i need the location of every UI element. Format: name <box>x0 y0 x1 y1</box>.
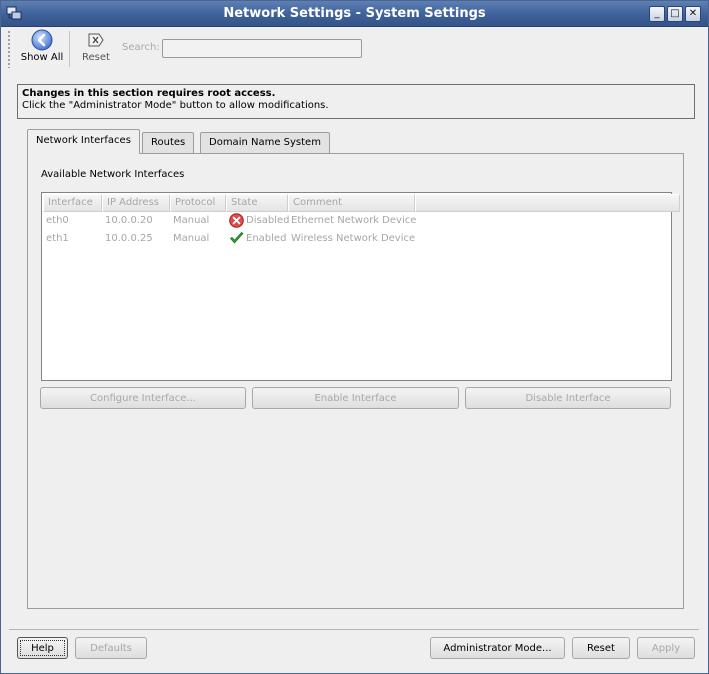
show-all-label: Show All <box>20 52 64 63</box>
cell-ip-address: 10.0.0.20 <box>105 215 153 226</box>
toolbar-grip-handle[interactable] <box>7 30 12 68</box>
defaults-button[interactable]: Defaults <box>75 637 147 659</box>
search-label: Search: <box>122 42 160 53</box>
search-input[interactable] <box>162 39 362 58</box>
title-bar[interactable]: Network Settings - System Settings _ □ ✕ <box>1 1 708 27</box>
notice-heading: Changes in this section requires root ac… <box>22 88 276 99</box>
minimize-button[interactable]: _ <box>649 6 665 22</box>
administrator-mode-button[interactable]: Administrator Mode... <box>430 637 565 659</box>
table-row[interactable]: eth0 10.0.0.20 Manual Disabled Ethernet … <box>43 212 672 230</box>
help-button[interactable]: Help <box>17 637 68 659</box>
cell-protocol: Manual <box>173 215 210 226</box>
configure-interface-button[interactable]: Configure Interface... <box>40 387 246 409</box>
enable-interface-button[interactable]: Enable Interface <box>252 387 459 409</box>
tab-domain-name-system[interactable]: Domain Name System <box>200 132 330 153</box>
close-button[interactable]: ✕ <box>685 6 701 22</box>
toolbar-separator <box>69 31 70 67</box>
section-label: Available Network Interfaces <box>41 169 185 180</box>
tab-panel-network-interfaces: Available Network Interfaces Interface I… <box>27 153 684 609</box>
reset-toolbar-label: Reset <box>82 52 110 63</box>
green-check-icon <box>229 232 244 244</box>
reset-button[interactable]: Reset <box>572 637 630 659</box>
column-header-protocol[interactable]: Protocol <box>170 194 226 212</box>
cell-comment: Wireless Network Device <box>291 233 416 244</box>
footer-divider <box>9 629 699 630</box>
tab-routes[interactable]: Routes <box>142 132 195 153</box>
notice-text: Click the "Administrator Mode" button to… <box>22 100 329 111</box>
column-header-interface[interactable]: Interface <box>43 194 102 212</box>
reset-icon <box>88 33 104 47</box>
table-row[interactable]: eth1 10.0.0.25 Manual Enabled Wireless N… <box>43 230 672 248</box>
back-arrow-icon <box>31 29 53 51</box>
root-access-notice: Changes in this section requires root ac… <box>17 84 695 119</box>
toolbar: Show All Reset Search: <box>1 27 708 71</box>
tab-network-interfaces[interactable]: Network Interfaces <box>27 129 140 154</box>
kde-window: Network Settings - System Settings _ □ ✕… <box>0 0 709 674</box>
interfaces-table[interactable]: Interface IP Address Protocol State Comm… <box>41 192 680 381</box>
maximize-button[interactable]: □ <box>667 6 683 22</box>
window-title: Network Settings - System Settings <box>223 6 486 21</box>
cell-state: Enabled <box>246 233 287 244</box>
column-header-state[interactable]: State <box>226 194 288 212</box>
column-header-filler <box>415 194 680 212</box>
apply-button[interactable]: Apply <box>637 637 695 659</box>
cell-protocol: Manual <box>173 233 210 244</box>
cell-interface: eth0 <box>46 215 69 226</box>
disable-interface-button[interactable]: Disable Interface <box>465 387 671 409</box>
cell-ip-address: 10.0.0.25 <box>105 233 153 244</box>
red-x-icon <box>229 213 244 228</box>
show-all-button[interactable]: Show All <box>18 29 66 63</box>
table-header: Interface IP Address Protocol State Comm… <box>43 194 680 212</box>
cell-interface: eth1 <box>46 233 69 244</box>
column-header-ip-address[interactable]: IP Address <box>102 194 170 212</box>
reset-toolbar-button[interactable]: Reset <box>79 29 113 63</box>
cell-comment: Ethernet Network Device <box>291 215 417 226</box>
cell-state: Disabled <box>246 215 290 226</box>
column-header-comment[interactable]: Comment <box>288 194 415 212</box>
